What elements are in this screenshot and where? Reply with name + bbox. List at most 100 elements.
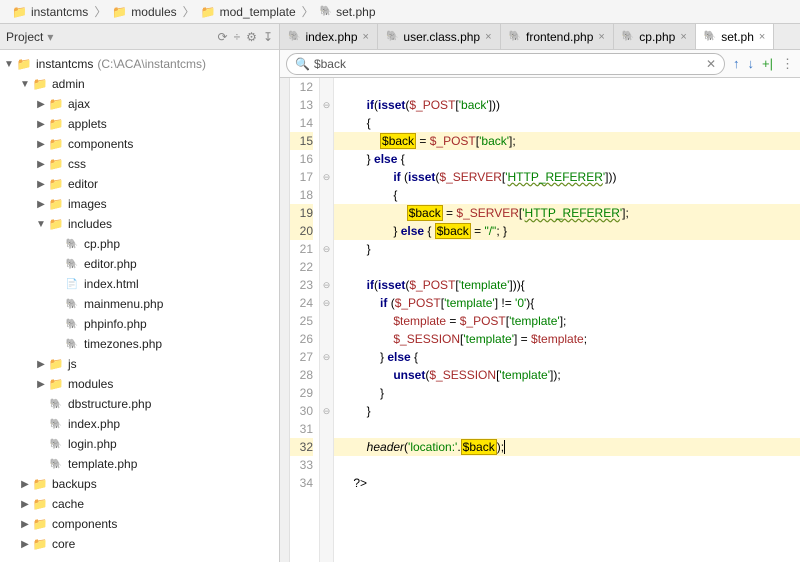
breadcrumb-item[interactable]: 🐘set.php bbox=[316, 5, 380, 19]
chevron-right-icon[interactable]: ▶ bbox=[34, 359, 48, 370]
chevron-right-icon[interactable]: ▶ bbox=[34, 139, 48, 150]
fold-toggle-icon[interactable]: ⊖ bbox=[320, 402, 333, 420]
close-icon[interactable]: × bbox=[363, 31, 369, 43]
code-line[interactable]: } else { bbox=[334, 150, 800, 168]
close-icon[interactable]: × bbox=[485, 31, 491, 43]
breadcrumb-item[interactable]: 📁instantcms bbox=[8, 5, 92, 19]
fold-toggle-icon[interactable]: ⊖ bbox=[320, 294, 333, 312]
chevron-right-icon[interactable]: ▶ bbox=[18, 499, 32, 510]
code-line[interactable]: if(isset($_POST['template'])){ bbox=[334, 276, 800, 294]
chevron-right-icon[interactable]: ▶ bbox=[34, 119, 48, 130]
tree-node[interactable]: ▼📁instantcms(C:\ACA\instantcms) bbox=[0, 54, 279, 74]
sidebar-tool-icon[interactable]: ⚙ bbox=[246, 30, 257, 44]
code-line[interactable]: $template = $_POST['template']; bbox=[334, 312, 800, 330]
editor-tab[interactable]: 🐘index.php× bbox=[280, 24, 378, 49]
tree-node[interactable]: ▶📁modules bbox=[0, 374, 279, 394]
code-line[interactable]: { bbox=[334, 114, 800, 132]
tree-node[interactable]: ▼📁admin bbox=[0, 74, 279, 94]
code-line[interactable]: } else { $back = "/"; } bbox=[334, 222, 800, 240]
tree-node[interactable]: ▶📁css bbox=[0, 154, 279, 174]
tree-node[interactable]: 🐘index.php bbox=[0, 414, 279, 434]
search-more-icon[interactable]: ⋮ bbox=[781, 56, 794, 72]
tree-node[interactable]: 🐘template.php bbox=[0, 454, 279, 474]
tree-node[interactable]: ▼📁includes bbox=[0, 214, 279, 234]
tree-node[interactable]: 🐘timezones.php bbox=[0, 334, 279, 354]
tree-node[interactable]: 🐘editor.php bbox=[0, 254, 279, 274]
chevron-down-icon[interactable]: ▼ bbox=[18, 79, 32, 90]
code-line[interactable] bbox=[334, 258, 800, 276]
chevron-right-icon[interactable]: ▶ bbox=[18, 539, 32, 550]
code-line[interactable]: ?> bbox=[334, 474, 800, 492]
code-line[interactable] bbox=[334, 456, 800, 474]
sidebar-tool-icon[interactable]: ÷ bbox=[234, 30, 241, 44]
sidebar-tool-icon[interactable]: ⟳ bbox=[218, 30, 228, 44]
tree-node[interactable]: ▶📁core bbox=[0, 534, 279, 554]
code-line[interactable]: if ($_POST['template'] != '0'){ bbox=[334, 294, 800, 312]
chevron-down-icon[interactable]: ▼ bbox=[2, 59, 16, 70]
chevron-right-icon[interactable]: ▶ bbox=[18, 479, 32, 490]
tree-node[interactable]: ▶📁backups bbox=[0, 474, 279, 494]
code-editor[interactable]: 1213141516171819202122232425262728293031… bbox=[280, 78, 800, 562]
code-line[interactable] bbox=[334, 78, 800, 96]
code-line[interactable]: $back = $_SERVER['HTTP_REFERER']; bbox=[334, 204, 800, 222]
chevron-down-icon[interactable]: ▼ bbox=[34, 219, 48, 230]
close-icon[interactable]: × bbox=[598, 31, 604, 43]
code-line[interactable]: header('location:'.$back); bbox=[334, 438, 800, 456]
sidebar-tool-icon[interactable]: ↧ bbox=[263, 30, 273, 44]
code-line[interactable]: } else { bbox=[334, 348, 800, 366]
breadcrumb-item[interactable]: 📁mod_template bbox=[197, 5, 300, 19]
code-line[interactable]: } bbox=[334, 402, 800, 420]
fold-toggle-icon[interactable]: ⊖ bbox=[320, 168, 333, 186]
chevron-right-icon[interactable]: ▶ bbox=[34, 379, 48, 390]
editor-tab[interactable]: 🐘cp.php× bbox=[614, 24, 696, 49]
code-line[interactable]: } bbox=[334, 240, 800, 258]
code-line[interactable]: $back = $_POST['back']; bbox=[334, 132, 800, 150]
tree-node[interactable]: ▶📁components bbox=[0, 514, 279, 534]
tree-node[interactable]: 🐘dbstructure.php bbox=[0, 394, 279, 414]
fold-gutter[interactable]: ⊖⊖⊖⊖⊖⊖⊖ bbox=[320, 78, 334, 562]
tree-node[interactable]: 🐘phpinfo.php bbox=[0, 314, 279, 334]
search-input[interactable] bbox=[314, 57, 706, 71]
tree-node[interactable]: ▶📁ajax bbox=[0, 94, 279, 114]
search-add-icon[interactable]: +| bbox=[762, 56, 773, 72]
close-icon[interactable]: × bbox=[759, 31, 765, 43]
tree-node[interactable]: 🐘cp.php bbox=[0, 234, 279, 254]
code-line[interactable]: if(isset($_POST['back'])) bbox=[334, 96, 800, 114]
fold-toggle-icon[interactable]: ⊖ bbox=[320, 276, 333, 294]
tree-node[interactable]: ▶📁components bbox=[0, 134, 279, 154]
chevron-right-icon[interactable]: ▶ bbox=[34, 159, 48, 170]
fold-toggle-icon[interactable]: ⊖ bbox=[320, 240, 333, 258]
tree-node[interactable]: 📄index.html bbox=[0, 274, 279, 294]
chevron-right-icon[interactable]: ▶ bbox=[34, 199, 48, 210]
editor-tab[interactable]: 🐘set.ph× bbox=[696, 24, 775, 49]
chevron-right-icon[interactable]: ▶ bbox=[34, 179, 48, 190]
code-line[interactable]: if (isset($_SERVER['HTTP_REFERER'])) bbox=[334, 168, 800, 186]
search-box[interactable]: 🔍 ✕ bbox=[286, 53, 725, 75]
code-line[interactable]: { bbox=[334, 186, 800, 204]
chevron-down-icon[interactable]: ▾ bbox=[47, 30, 53, 44]
chevron-right-icon[interactable]: ▶ bbox=[34, 99, 48, 110]
tree-node[interactable]: 🐘login.php bbox=[0, 434, 279, 454]
code-lines[interactable]: if(isset($_POST['back'])) { $back = $_PO… bbox=[334, 78, 800, 562]
code-line[interactable] bbox=[334, 420, 800, 438]
code-line[interactable]: $_SESSION['template'] = $template; bbox=[334, 330, 800, 348]
editor-tab[interactable]: 🐘user.class.php× bbox=[378, 24, 501, 49]
code-line[interactable]: unset($_SESSION['template']); bbox=[334, 366, 800, 384]
tree-node[interactable]: ▶📁js bbox=[0, 354, 279, 374]
search-next-icon[interactable]: ↓ bbox=[748, 56, 755, 72]
tree-node[interactable]: ▶📁cache bbox=[0, 494, 279, 514]
editor-tab[interactable]: 🐘frontend.php× bbox=[501, 24, 614, 49]
tree-node[interactable]: ▶📁images bbox=[0, 194, 279, 214]
tree-node[interactable]: 🐘mainmenu.php bbox=[0, 294, 279, 314]
search-prev-icon[interactable]: ↑ bbox=[733, 56, 740, 72]
close-icon[interactable]: × bbox=[680, 31, 686, 43]
clear-icon[interactable]: ✕ bbox=[706, 57, 716, 71]
fold-toggle-icon[interactable]: ⊖ bbox=[320, 348, 333, 366]
tree-node[interactable]: ▶📁applets bbox=[0, 114, 279, 134]
breadcrumb-item[interactable]: 📁modules bbox=[108, 5, 180, 19]
project-tree[interactable]: ▼📁instantcms(C:\ACA\instantcms)▼📁admin▶📁… bbox=[0, 50, 279, 562]
code-line[interactable]: } bbox=[334, 384, 800, 402]
chevron-right-icon[interactable]: ▶ bbox=[18, 519, 32, 530]
tree-node[interactable]: ▶📁editor bbox=[0, 174, 279, 194]
fold-toggle-icon[interactable]: ⊖ bbox=[320, 96, 333, 114]
